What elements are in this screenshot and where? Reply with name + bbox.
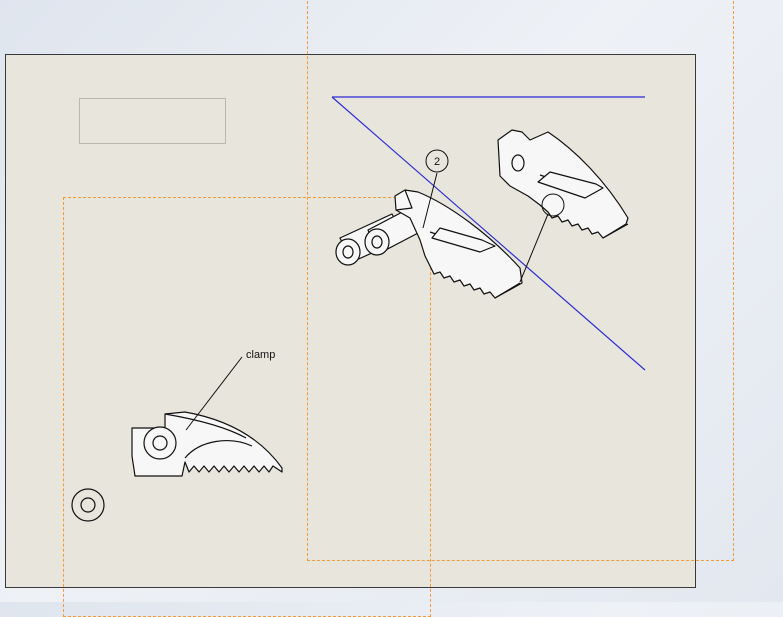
jaw-front-view[interactable] xyxy=(131,411,283,477)
drawing-viewport[interactable]: 2 clamp xyxy=(0,0,783,617)
drawing-graphics: 2 clamp xyxy=(71,96,646,522)
note-text: clamp xyxy=(246,349,275,361)
assembly-isometric-view[interactable] xyxy=(335,129,629,299)
balloon-number: 2 xyxy=(434,156,440,168)
washer-top-view[interactable] xyxy=(71,488,105,522)
jaw-part-lower[interactable] xyxy=(394,189,523,299)
jaw-part-upper[interactable] xyxy=(497,129,629,239)
